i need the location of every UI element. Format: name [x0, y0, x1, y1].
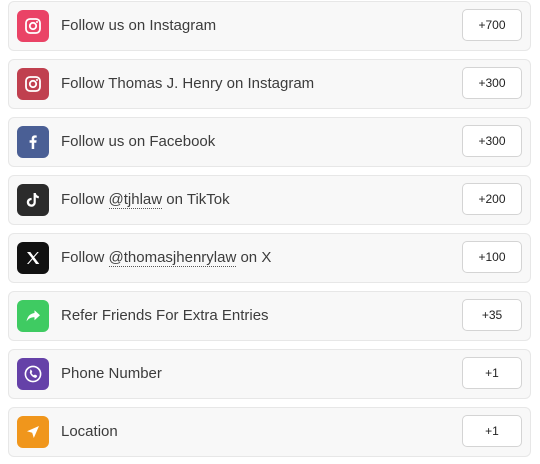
entry-location[interactable]: Location +1: [8, 407, 531, 457]
entry-facebook-follow[interactable]: Follow us on Facebook +300: [8, 117, 531, 167]
points-button[interactable]: +700: [462, 9, 522, 41]
entry-label: Follow Thomas J. Henry on Instagram: [61, 75, 315, 92]
tiktok-icon: [26, 193, 39, 207]
points-button[interactable]: +200: [462, 183, 522, 215]
entry-icon-box: [17, 242, 49, 274]
phone-icon: [24, 365, 42, 383]
entry-icon-box: [17, 126, 49, 158]
tiktok-handle-link[interactable]: @tjhlaw: [108, 191, 163, 209]
points-button[interactable]: +300: [462, 67, 522, 99]
entry-x-follow[interactable]: Follow @thomasjhenrylaw on X +100: [8, 233, 531, 283]
instagram-icon: [25, 18, 41, 34]
entry-instagram-follow-thomas[interactable]: Follow Thomas J. Henry on Instagram +300: [8, 59, 531, 109]
points-button[interactable]: +1: [462, 357, 522, 389]
entry-refer-friends[interactable]: Refer Friends For Extra Entries +35: [8, 291, 531, 341]
entry-label: Follow us on Instagram: [61, 17, 217, 34]
points-button[interactable]: +1: [462, 415, 522, 447]
entry-icon-box: [17, 184, 49, 216]
entry-methods-list: Follow us on Instagram +700 Follow Thoma…: [0, 0, 540, 464]
points-button[interactable]: +100: [462, 241, 522, 273]
entry-icon-box: [17, 416, 49, 448]
points-button[interactable]: +300: [462, 125, 522, 157]
entry-icon-box: [17, 300, 49, 332]
points-button[interactable]: +35: [462, 299, 522, 331]
x-handle-link[interactable]: @thomasjhenrylaw: [108, 249, 237, 267]
x-icon: [27, 252, 40, 264]
entry-icon-box: [17, 358, 49, 390]
entry-label: Follow @tjhlaw on TikTok: [61, 191, 230, 209]
entry-label: Refer Friends For Extra Entries: [61, 307, 269, 324]
entry-icon-box: [17, 10, 49, 42]
entry-label: Follow us on Facebook: [61, 133, 216, 150]
entry-tiktok-follow[interactable]: Follow @tjhlaw on TikTok +200: [8, 175, 531, 225]
share-arrow-icon: [26, 310, 40, 322]
location-arrow-icon: [27, 426, 39, 438]
entry-instagram-follow[interactable]: Follow us on Instagram +700: [8, 1, 531, 51]
entry-label: Follow @thomasjhenrylaw on X: [61, 249, 272, 267]
entry-icon-box: [17, 68, 49, 100]
facebook-icon: [29, 135, 37, 149]
entry-label: Phone Number: [61, 365, 162, 382]
instagram-icon: [25, 76, 41, 92]
entry-phone-number[interactable]: Phone Number +1: [8, 349, 531, 399]
entry-label: Location: [61, 423, 118, 440]
